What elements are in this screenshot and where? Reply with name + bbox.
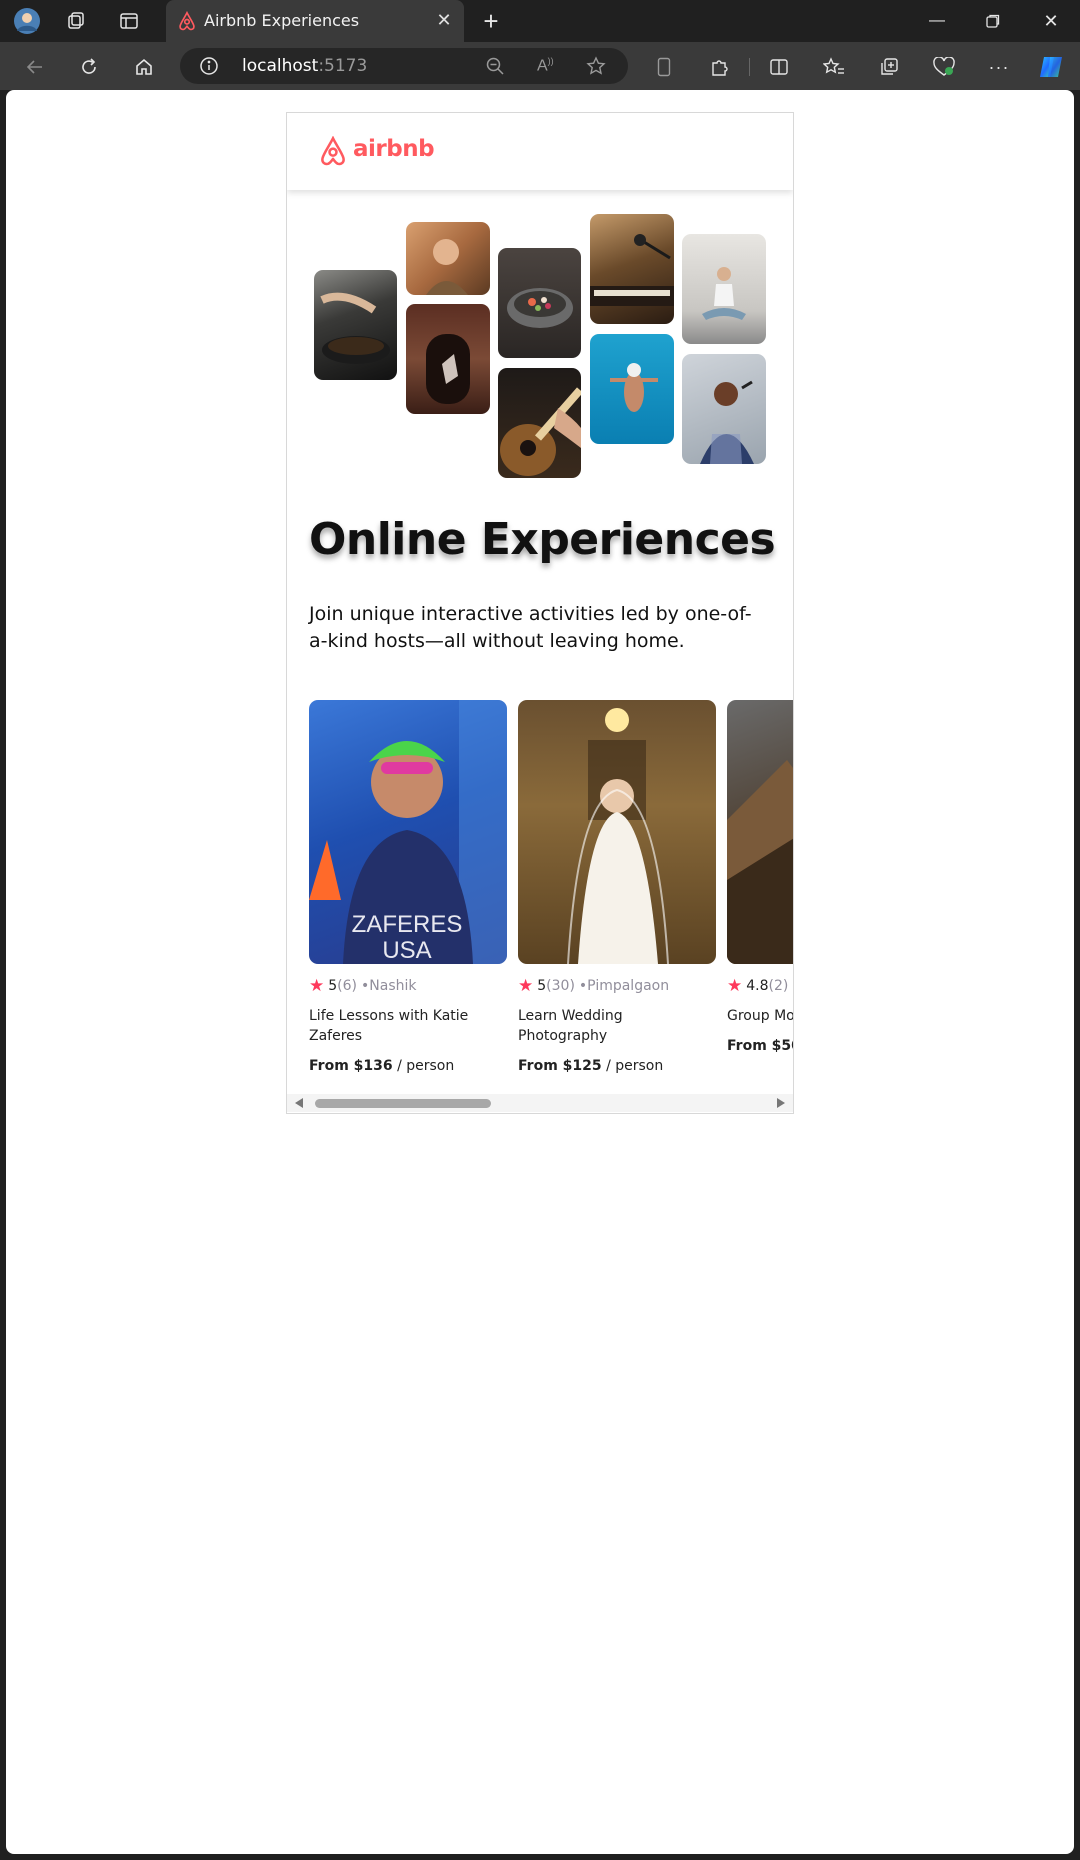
hero-photo-food-bowl [498,248,581,358]
split-screen-icon[interactable] [762,50,796,84]
card-price-line: From $136 / person [309,1058,507,1074]
restore-icon[interactable] [973,8,1013,34]
card-title: Learn Wedding Photography [518,1008,623,1044]
collections-icon[interactable] [872,50,906,84]
card-price-line: From $50 [727,1038,794,1054]
hero-photo-guitar [498,368,581,478]
star-icon: ★ [727,976,743,996]
hero-title: Online Experiences [309,514,776,565]
star-icon: ★ [309,976,325,996]
scroll-right-icon[interactable] [777,1098,785,1108]
zoom-out-icon[interactable] [486,57,504,80]
close-window-icon[interactable]: ✕ [1031,8,1071,34]
more-icon[interactable]: ··· [982,50,1016,84]
airbnb-logo-icon[interactable] [319,135,347,171]
hero-photo-singer-mic [590,214,674,324]
horizontal-scrollbar[interactable] [287,1094,793,1112]
url-host: localhost [242,56,319,76]
home-icon[interactable] [127,50,161,84]
refresh-icon[interactable] [72,50,106,84]
url-text[interactable]: localhost:5173 [242,56,367,76]
new-tab-icon[interactable]: + [474,4,508,38]
card-price: From $136 [309,1058,393,1074]
hero-photo-dancer-doorway [406,304,490,414]
hero-photo-swimmer [590,334,674,444]
star-icon: ★ [518,976,534,996]
avatar[interactable] [10,4,44,38]
card-stats: ★ 4.8 (2) [727,976,793,996]
star-icon[interactable] [586,56,606,81]
experience-card[interactable]: ★ 5 (30) •Pimpalgaon Learn Wedding Photo… [518,700,716,1074]
card-photo-wedding[interactable] [518,700,716,964]
info-icon[interactable] [200,57,218,80]
card-price: From $125 [518,1058,602,1074]
svg-text:USA: USA [382,937,431,964]
card-rating: 5 [537,978,547,994]
mobile-view-icon[interactable] [647,50,681,84]
card-price: From $50 [727,1038,794,1054]
card-price-unit: / person [601,1058,664,1074]
hero-photo-yoga [682,234,766,344]
active-tab[interactable]: Airbnb Experiences ✕ [166,0,464,42]
card-rating: 4.8 [746,978,769,994]
logo-text[interactable]: airbnb [353,136,435,162]
back-arrow-icon[interactable] [18,50,52,84]
read-aloud-icon[interactable]: A)) [537,56,554,75]
url-port: :5173 [318,56,368,76]
tab-actions-icon[interactable] [112,4,146,38]
card-location: •Pimpalgaon [578,978,670,994]
card-review-count: (30) [546,978,575,994]
hero-photo-woman-smiling [406,222,490,295]
card-title: Group Mo [727,1008,794,1024]
navbar: airbnb [287,113,793,190]
browser-essentials-icon[interactable] [927,50,961,84]
hero-photo-cooking [314,270,397,380]
toolbar-divider [749,58,750,76]
scroll-left-icon[interactable] [295,1098,303,1108]
card-location: •Nashik [361,978,417,994]
card-title: Life Lessons with Katie Zaferes [309,1008,469,1044]
svg-text:ZAFERES: ZAFERES [352,911,463,938]
puzzle-icon[interactable] [702,50,736,84]
hero-photo-singer-plaid [682,354,766,464]
airbnb-favicon-icon [178,10,196,36]
address-bar[interactable]: localhost:5173 A)) [180,48,628,84]
card-review-count: (6) [337,978,358,994]
scrollbar-thumb[interactable] [315,1099,491,1108]
card-price-line: From $125 / person [518,1058,716,1074]
hero-text: Join unique interactive activities led b… [309,603,752,652]
card-stats: ★ 5 (30) •Pimpalgaon [518,976,716,996]
close-tab-icon[interactable]: ✕ [434,10,454,30]
favorites-icon[interactable] [817,50,851,84]
experience-card[interactable]: ZAFERES USA ★ 5 (6) •Nashik Life Lessons … [309,700,507,1074]
tab-title: Airbnb Experiences [204,11,360,30]
card-price-unit: / person [392,1058,455,1074]
copilot-icon[interactable] [1034,50,1068,84]
browser-tab-strip: Airbnb Experiences ✕ + — ✕ [0,0,1080,42]
workspaces-icon[interactable] [60,4,94,38]
experience-card[interactable]: ★ 4.8 (2) Group Mo From $50 [727,700,794,1054]
browser-toolbar: localhost:5173 A)) ··· [0,42,1080,90]
card-rating: 5 [328,978,338,994]
airbnb-app: airbnb Online Experiences Join unique in… [286,112,794,1114]
card-photo-mountain-group[interactable] [727,700,793,964]
card-photo-katie-zaferes[interactable]: ZAFERES USA [309,700,507,964]
card-review-count: (2) [768,978,789,994]
card-stats: ★ 5 (6) •Nashik [309,976,507,996]
minimize-icon[interactable]: — [917,8,957,34]
